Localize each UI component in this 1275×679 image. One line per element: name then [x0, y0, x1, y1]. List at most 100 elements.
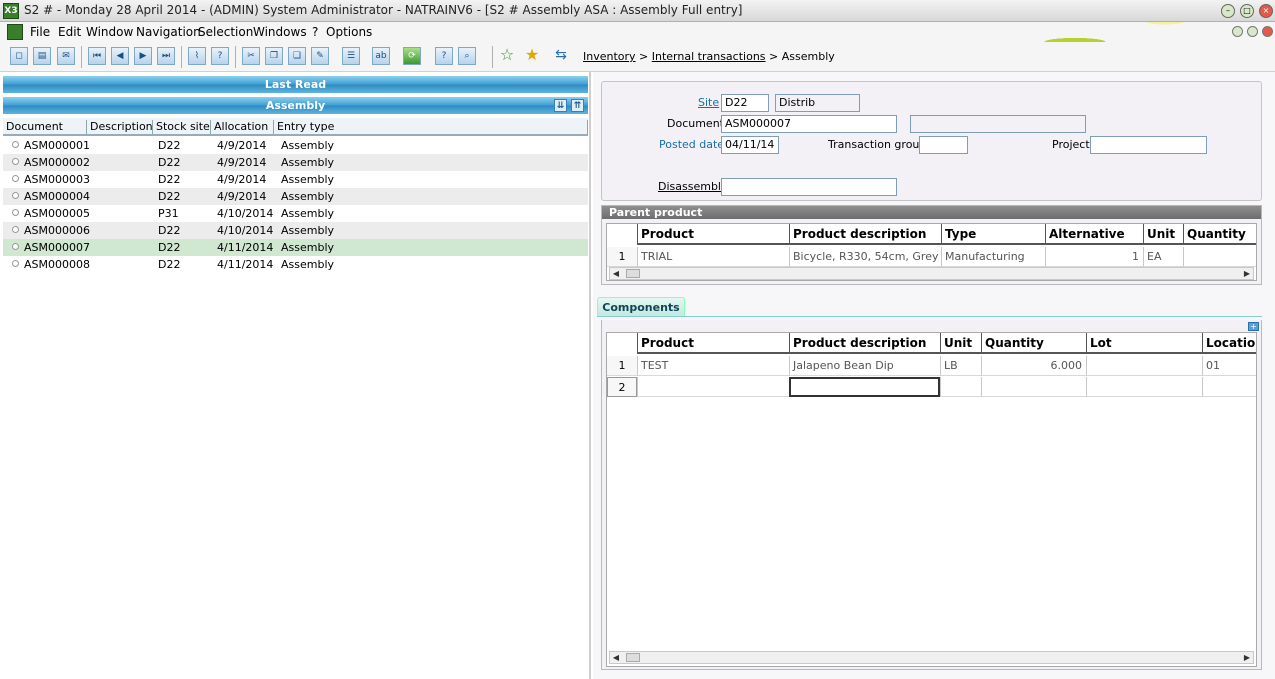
menu-selection[interactable]: Selection	[198, 25, 253, 39]
column-quantity[interactable]: Quantity	[981, 333, 1086, 354]
tab-components[interactable]: Components	[597, 297, 685, 317]
cell-unit[interactable]: LB	[940, 356, 981, 376]
maximize-icon[interactable]: □	[1240, 4, 1254, 18]
close-icon[interactable]: ×	[1259, 4, 1273, 18]
list-row[interactable]: ASM000003 D22 4/9/2014 Assembly	[3, 171, 588, 188]
child-close-icon[interactable]	[1262, 26, 1273, 37]
cell-product[interactable]: TRIAL	[637, 247, 789, 267]
column-lot[interactable]: Lot	[1086, 333, 1202, 354]
parent-horizontal-scrollbar[interactable]: ◀ ▶	[609, 267, 1254, 280]
site-label[interactable]: Site	[698, 96, 719, 109]
info-icon[interactable]: ?	[211, 47, 229, 65]
search-icon[interactable]: ⌕	[458, 47, 476, 65]
list-row[interactable]: ASM000001 D22 4/9/2014 Assembly	[3, 137, 588, 154]
cut-icon[interactable]: ✂	[242, 47, 260, 65]
scroll-right-icon[interactable]: ▶	[1241, 268, 1253, 279]
column-allocation[interactable]: Allocation	[211, 120, 274, 134]
disassembly-label[interactable]: Disassembly	[658, 180, 728, 193]
list-row[interactable]: ASM000002 D22 4/9/2014 Assembly	[3, 154, 588, 171]
posted-date-field[interactable]: 04/11/14	[721, 136, 779, 154]
refresh-icon[interactable]: ⟳	[403, 47, 421, 65]
favorite-star-icon[interactable]: ★	[523, 47, 541, 65]
column-entry-type[interactable]: Entry type	[274, 120, 588, 134]
cell-product-description[interactable]: Bicycle, R330, 54cm, Grey	[789, 247, 941, 267]
app-menu-icon[interactable]	[7, 24, 23, 40]
site-field[interactable]: D22	[721, 94, 769, 112]
edit-icon[interactable]: ✎	[311, 47, 329, 65]
menu-window[interactable]: Window	[86, 25, 133, 39]
cell-alternative[interactable]: 1	[1045, 247, 1143, 267]
next-record-icon[interactable]: ▶	[134, 47, 152, 65]
cell-type[interactable]: Manufacturing	[941, 247, 1045, 267]
collapse-up-icon[interactable]: ⇈	[571, 99, 584, 112]
column-type[interactable]: Type	[941, 224, 1045, 245]
cell-product-description[interactable]: Jalapeno Bean Dip	[789, 356, 940, 376]
transaction-group-field[interactable]	[919, 136, 968, 154]
grid-options-icon[interactable]: +	[1248, 322, 1259, 331]
paste-icon[interactable]: ❏	[288, 47, 306, 65]
cell-quantity[interactable]	[981, 377, 1086, 397]
menu-navigation[interactable]: Navigation	[136, 25, 201, 39]
column-quantity[interactable]: Quantity	[1183, 224, 1256, 245]
scroll-right-icon[interactable]: ▶	[1241, 652, 1253, 663]
text-field-icon[interactable]: ab	[372, 47, 390, 65]
cell-location[interactable]	[1202, 377, 1256, 397]
last-read-bar[interactable]: Last Read	[3, 76, 588, 93]
last-record-icon[interactable]: ⏭	[157, 47, 175, 65]
menu-windows[interactable]: Windows	[253, 25, 307, 39]
cell-lot[interactable]	[1086, 377, 1202, 397]
cell-unit[interactable]: EA	[1143, 247, 1183, 267]
menu-file[interactable]: File	[30, 25, 50, 39]
first-record-icon[interactable]: ⏮	[88, 47, 106, 65]
export-icon[interactable]: ✉	[57, 47, 75, 65]
signpost-icon[interactable]: ⇆	[550, 47, 572, 65]
expand-down-icon[interactable]: ⇊	[554, 99, 567, 112]
scroll-thumb[interactable]	[626, 653, 640, 662]
column-location[interactable]: Location	[1202, 333, 1256, 354]
menu-edit[interactable]: Edit	[58, 25, 81, 39]
list-row-selected[interactable]: ASM000007 D22 4/11/2014 Assembly	[3, 239, 588, 256]
column-document[interactable]: Document	[3, 120, 87, 134]
list-row[interactable]: ASM000008 D22 4/11/2014 Assembly	[3, 256, 588, 273]
column-unit[interactable]: Unit	[1143, 224, 1183, 245]
breadcrumb-inventory[interactable]: Inventory	[583, 50, 636, 63]
cell-lot[interactable]	[1086, 356, 1202, 376]
scroll-left-icon[interactable]: ◀	[610, 652, 622, 663]
cell-product-description-active[interactable]	[789, 377, 940, 397]
breadcrumb-internal-transactions[interactable]: Internal transactions	[652, 50, 766, 63]
child-restore-icon[interactable]	[1247, 26, 1258, 37]
components-horizontal-scrollbar[interactable]: ◀ ▶	[609, 651, 1254, 664]
cell-unit[interactable]	[940, 377, 981, 397]
column-product-description[interactable]: Product description	[789, 333, 940, 354]
help-icon[interactable]: ?	[435, 47, 453, 65]
column-product[interactable]: Product	[637, 333, 789, 354]
favorite-add-icon[interactable]: ☆	[498, 47, 516, 65]
column-product[interactable]: Product	[637, 224, 789, 245]
cell-product[interactable]: TEST	[637, 356, 789, 376]
menu-help[interactable]: ?	[312, 25, 318, 39]
minimize-icon[interactable]: –	[1221, 4, 1235, 18]
attachment-icon[interactable]: ⌇	[188, 47, 206, 65]
new-icon[interactable]: ◻	[10, 47, 28, 65]
print-icon[interactable]: ▤	[33, 47, 51, 65]
list-row[interactable]: ASM000005 P31 4/10/2014 Assembly	[3, 205, 588, 222]
child-minimize-icon[interactable]	[1232, 26, 1243, 37]
scroll-thumb[interactable]	[626, 269, 640, 278]
list-row[interactable]: ASM000006 D22 4/10/2014 Assembly	[3, 222, 588, 239]
cell-quantity[interactable]	[1183, 247, 1256, 267]
scroll-left-icon[interactable]: ◀	[610, 268, 622, 279]
assembly-bar[interactable]: Assembly ⇊ ⇈	[3, 97, 588, 114]
column-alternative[interactable]: Alternative	[1045, 224, 1143, 245]
column-unit[interactable]: Unit	[940, 333, 981, 354]
copy-icon[interactable]: ❐	[265, 47, 283, 65]
column-stock-site[interactable]: Stock site	[153, 120, 211, 134]
column-description[interactable]: Description	[87, 120, 153, 134]
report-icon[interactable]: ☰	[342, 47, 360, 65]
cell-quantity[interactable]: 6.000	[981, 356, 1086, 376]
list-row[interactable]: ASM000004 D22 4/9/2014 Assembly	[3, 188, 588, 205]
disassembly-field[interactable]	[721, 178, 897, 196]
column-product-description[interactable]: Product description	[789, 224, 941, 245]
cell-product[interactable]	[637, 377, 789, 397]
document-field[interactable]: ASM000007	[721, 115, 897, 133]
project-field[interactable]	[1090, 136, 1207, 154]
